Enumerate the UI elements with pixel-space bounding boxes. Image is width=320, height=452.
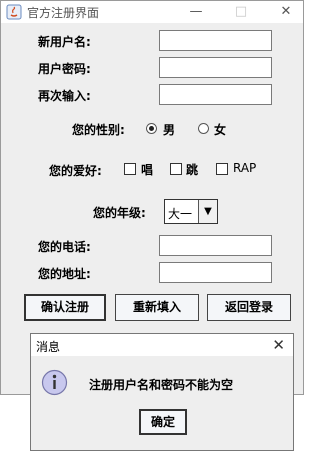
dialog-title: 消息 bbox=[36, 340, 61, 354]
confirm-register-button[interactable]: 确认注册 bbox=[24, 294, 106, 321]
maximize-button[interactable]: □ bbox=[226, 1, 256, 23]
hobby-sing-checkbox[interactable] bbox=[124, 163, 136, 175]
hobby-sing-label[interactable]: 唱 bbox=[141, 161, 153, 178]
password-input[interactable] bbox=[159, 57, 272, 78]
info-icon bbox=[41, 369, 68, 396]
ok-button[interactable]: 确定 bbox=[139, 409, 187, 435]
username-label: 新用户名: bbox=[38, 35, 91, 49]
confirm-password-input[interactable] bbox=[159, 84, 272, 105]
gender-female-label[interactable]: 女 bbox=[214, 121, 226, 138]
hobby-dance-checkbox[interactable] bbox=[170, 163, 182, 175]
title-bar[interactable]: 官方注册界面 — □ ✕ bbox=[1, 1, 303, 23]
close-button[interactable]: ✕ bbox=[271, 1, 301, 23]
grade-label: 您的年级: bbox=[93, 206, 146, 220]
hobby-rap-checkbox[interactable] bbox=[216, 163, 228, 175]
gender-male-radio[interactable] bbox=[146, 123, 157, 134]
grade-select[interactable]: 大一 ▼ bbox=[164, 199, 218, 224]
password-label: 用户密码: bbox=[38, 62, 91, 76]
dialog-title-bar[interactable]: 消息 ✕ bbox=[31, 334, 293, 356]
grade-selected-value: 大一 bbox=[168, 207, 193, 221]
address-input[interactable] bbox=[159, 262, 272, 283]
hobby-dance-label[interactable]: 跳 bbox=[186, 161, 198, 178]
phone-input[interactable] bbox=[159, 235, 272, 256]
gender-female-radio[interactable] bbox=[198, 123, 209, 134]
window-title: 官方注册界面 bbox=[27, 6, 100, 20]
dialog-close-icon[interactable]: ✕ bbox=[272, 336, 285, 354]
username-input[interactable] bbox=[159, 30, 272, 51]
minimize-button[interactable]: — bbox=[181, 1, 211, 23]
gender-label: 您的性别: bbox=[72, 123, 125, 137]
message-dialog: 消息 ✕ 注册用户名和密码不能为空 确定 bbox=[30, 333, 294, 451]
back-to-login-button[interactable]: 返回登录 bbox=[207, 294, 291, 321]
hobby-rap-label[interactable]: RAP bbox=[233, 161, 256, 175]
gender-male-label[interactable]: 男 bbox=[163, 121, 175, 138]
phone-label: 您的电话: bbox=[38, 240, 91, 254]
java-app-icon bbox=[6, 4, 22, 20]
confirm-password-label: 再次输入: bbox=[38, 89, 91, 103]
hobby-label: 您的爱好: bbox=[49, 164, 102, 178]
dialog-message: 注册用户名和密码不能为空 bbox=[89, 378, 234, 392]
reset-button[interactable]: 重新填入 bbox=[115, 294, 199, 321]
dropdown-arrow-icon[interactable]: ▼ bbox=[198, 200, 217, 223]
address-label: 您的地址: bbox=[38, 267, 91, 281]
